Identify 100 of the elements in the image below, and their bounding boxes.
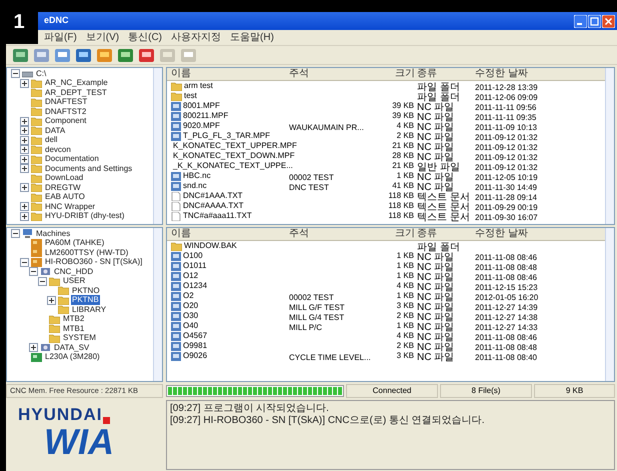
file-name[interactable]: 9020.MPF bbox=[183, 121, 220, 131]
tree-item[interactable]: MTB1 bbox=[62, 324, 86, 334]
tree-item[interactable]: CNC_HDD bbox=[53, 266, 94, 277]
file-name[interactable]: O2 bbox=[183, 291, 194, 301]
tree-item[interactable]: Documentation bbox=[44, 154, 100, 164]
tree-item[interactable]: AR_NC_Example bbox=[44, 78, 109, 88]
file-name[interactable]: WINDOW.BAK bbox=[184, 241, 237, 251]
file-name[interactable]: TNC#a#aaa11.TXT bbox=[183, 211, 252, 221]
tree-item[interactable]: L230A (3M280) bbox=[44, 352, 101, 362]
tree-item[interactable]: C:\ bbox=[35, 68, 48, 79]
tree-item[interactable]: MTB2 bbox=[62, 314, 86, 324]
file-name[interactable]: O9026 bbox=[183, 351, 208, 361]
tree-item[interactable]: Documents and Settings bbox=[44, 164, 134, 174]
toolbar-icon[interactable] bbox=[12, 48, 29, 62]
column-header[interactable]: 이름 bbox=[171, 228, 289, 240]
tree-item[interactable]: Machines bbox=[35, 228, 72, 239]
column-header[interactable]: 크기 bbox=[381, 68, 417, 80]
file-name[interactable]: snd.nc bbox=[183, 181, 207, 191]
scrollbar[interactable] bbox=[153, 228, 162, 381]
tree-item[interactable]: PKTNO bbox=[71, 286, 101, 296]
file-name[interactable]: O12 bbox=[183, 271, 198, 281]
file-name[interactable]: arm test bbox=[184, 81, 213, 91]
file-name[interactable]: HBC.nc bbox=[183, 171, 211, 181]
tree-item[interactable]: devcon bbox=[44, 144, 72, 155]
file-name[interactable]: O20 bbox=[183, 301, 198, 311]
menu-item[interactable]: 사용자지정 bbox=[171, 32, 222, 44]
tree-item[interactable]: PKTNB bbox=[71, 295, 100, 306]
close-icon[interactable] bbox=[602, 14, 615, 28]
tree-item[interactable]: Component bbox=[44, 116, 88, 126]
menu-item[interactable]: 보기(V) bbox=[86, 32, 120, 44]
tree-item[interactable]: DNAFTEST bbox=[44, 97, 88, 108]
expand-icon[interactable] bbox=[20, 145, 29, 154]
tree-item[interactable]: SYSTEM bbox=[62, 333, 97, 344]
column-header[interactable]: 수정한 날짜 bbox=[475, 68, 565, 80]
file-name[interactable]: T_PLG_FL_3_TAR.MPF bbox=[183, 131, 270, 141]
file-name[interactable]: O100 bbox=[183, 251, 203, 261]
toolbar-icon[interactable] bbox=[138, 48, 155, 62]
minimize-icon[interactable] bbox=[574, 14, 587, 28]
file-name[interactable]: O1234 bbox=[183, 281, 208, 291]
file-name[interactable]: _K_K_KONATEC_TEXT_UPPE... bbox=[173, 161, 293, 171]
collapse-icon[interactable] bbox=[11, 69, 20, 78]
tree-item[interactable]: HYU-DRIBT (dhy-test) bbox=[44, 211, 126, 222]
tree-item[interactable]: EAB AUTO bbox=[44, 192, 86, 202]
menu-item[interactable]: 파일(F) bbox=[44, 32, 77, 44]
column-header[interactable]: 주석 bbox=[289, 68, 381, 80]
expand-icon[interactable] bbox=[20, 202, 29, 212]
scrollbar[interactable] bbox=[605, 228, 614, 381]
toolbar-icon[interactable] bbox=[54, 48, 71, 62]
expand-icon[interactable] bbox=[20, 78, 29, 88]
file-name[interactable]: test bbox=[184, 91, 197, 101]
collapse-icon[interactable] bbox=[11, 229, 20, 238]
toolbar-icon[interactable] bbox=[117, 48, 134, 62]
tree-item[interactable]: DownLoad bbox=[44, 173, 84, 184]
expand-icon[interactable] bbox=[20, 136, 29, 145]
column-header[interactable]: 이름 bbox=[171, 68, 289, 80]
expand-icon[interactable] bbox=[47, 296, 56, 305]
menu-item[interactable]: 도움말(H) bbox=[230, 32, 274, 44]
tree-item[interactable]: DATA bbox=[44, 126, 66, 136]
expand-icon[interactable] bbox=[20, 164, 29, 174]
tree-item[interactable]: USER bbox=[62, 276, 86, 286]
file-name[interactable]: O30 bbox=[183, 311, 198, 321]
expand-icon[interactable] bbox=[20, 116, 29, 126]
column-header[interactable]: 수정한 날짜 bbox=[475, 228, 565, 240]
scrollbar[interactable] bbox=[605, 68, 614, 224]
collapse-icon[interactable] bbox=[20, 258, 29, 267]
collapse-icon[interactable] bbox=[38, 276, 47, 286]
menu-item[interactable]: 통신(C) bbox=[128, 32, 162, 44]
maximize-icon[interactable] bbox=[588, 14, 601, 28]
file-name[interactable]: O9981 bbox=[183, 341, 208, 351]
column-header[interactable]: 종류 bbox=[417, 228, 475, 240]
expand-icon[interactable] bbox=[20, 212, 29, 221]
file-name[interactable]: O1011 bbox=[183, 261, 206, 271]
file-name[interactable]: DNC#1AAA.TXT bbox=[183, 191, 243, 201]
tree-item[interactable]: DNAFTST2 bbox=[44, 106, 88, 117]
expand-icon[interactable] bbox=[20, 154, 29, 164]
column-header[interactable]: 종류 bbox=[417, 68, 475, 80]
tree-item[interactable]: AR_DEPT_TEST bbox=[44, 88, 108, 98]
tree-item[interactable]: PA60M (TAHKE) bbox=[44, 238, 106, 248]
expand-icon[interactable] bbox=[20, 126, 29, 136]
column-header[interactable]: 크기 bbox=[381, 228, 417, 240]
tree-item[interactable]: HI-ROBO360 - SN [T(SkA)] bbox=[44, 257, 144, 268]
tree-item[interactable]: DATA_SV bbox=[53, 342, 90, 353]
expand-icon[interactable] bbox=[29, 343, 38, 352]
collapse-icon[interactable] bbox=[29, 267, 38, 276]
file-name[interactable]: K_KONATEC_TEXT_DOWN.MPF bbox=[173, 151, 295, 161]
file-name[interactable]: K_KONATEC_TEXT_UPPER.MPF bbox=[173, 141, 297, 151]
file-name[interactable]: 800211.MPF bbox=[183, 111, 228, 121]
tree-item[interactable]: LM2600TTSY (HW-TD) bbox=[44, 248, 130, 258]
file-name[interactable]: O4567 bbox=[183, 331, 208, 341]
tree-item[interactable]: LIBRARY bbox=[71, 304, 108, 315]
file-name[interactable]: O40 bbox=[183, 321, 198, 331]
toolbar-icon[interactable] bbox=[75, 48, 92, 62]
file-name[interactable]: DNC#AAAA.TXT bbox=[183, 201, 244, 211]
column-header[interactable]: 주석 bbox=[289, 228, 381, 240]
file-name[interactable]: 8001.MPF bbox=[183, 101, 220, 111]
tree-item[interactable]: HNC Wrapper bbox=[44, 202, 96, 212]
expand-icon[interactable] bbox=[20, 183, 29, 192]
tree-item[interactable]: dell bbox=[44, 135, 58, 146]
scrollbar[interactable] bbox=[153, 68, 162, 224]
tree-item[interactable]: DREGTW bbox=[44, 182, 82, 193]
